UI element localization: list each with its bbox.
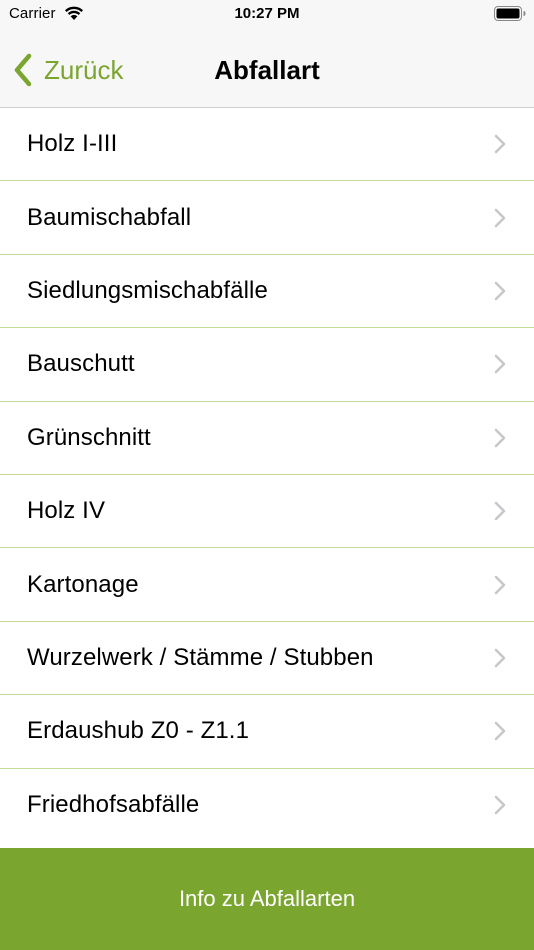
list-item-label: Holz IV	[27, 497, 106, 525]
status-time: 10:27 PM	[234, 5, 300, 22]
battery-icon	[494, 6, 526, 21]
list-item-holz-i-iii[interactable]: Holz I-III	[0, 108, 534, 182]
chevron-right-icon	[494, 648, 506, 668]
list-item-siedlungsmischabfaelle[interactable]: Siedlungsmischabfälle	[0, 255, 534, 329]
list-item-kartonage[interactable]: Kartonage	[0, 548, 534, 622]
list-item-holz-iv[interactable]: Holz IV	[0, 475, 534, 549]
list-item-baumischabfall[interactable]: Baumischabfall	[0, 181, 534, 255]
chevron-right-icon	[494, 355, 506, 374]
list-item-bauschutt[interactable]: Bauschutt	[0, 328, 534, 402]
list-item-gruenschnitt[interactable]: Grünschnitt	[0, 402, 534, 475]
info-waste-types-button[interactable]: Info zu Abfallarten	[0, 848, 534, 950]
status-bar: Carrier 10:27 PM	[0, 0, 534, 28]
list-item-label: Kartonage	[27, 570, 139, 598]
list-item-erdaushub[interactable]: Erdaushub Z0 - Z1.1	[0, 695, 534, 769]
chevron-right-icon	[494, 722, 506, 741]
chevron-right-icon	[494, 208, 506, 227]
list-item-label: Erdaushub Z0 - Z1.1	[27, 717, 250, 745]
list-item-label: Grünschnitt	[27, 423, 151, 451]
list-item-wurzelwerk[interactable]: Wurzelwerk / Stämme / Stubben	[0, 622, 534, 696]
waste-type-list: Holz I-III Baumischabfall Siedlungsmisch…	[0, 108, 534, 842]
list-item-label: Siedlungsmischabfälle	[27, 276, 268, 304]
list-item-label: Baumischabfall	[27, 203, 192, 231]
chevron-right-icon	[494, 575, 506, 594]
list-item-label: Wurzelwerk / Stämme / Stubben	[27, 643, 374, 671]
list-item-friedhofsabfaelle[interactable]: Friedhofsabfälle	[0, 769, 534, 842]
navigation-bar: Zurück Abfallart	[0, 28, 534, 108]
page-title: Abfallart	[214, 55, 320, 85]
info-button-label: Info zu Abfallarten	[178, 886, 356, 911]
chevron-right-icon	[494, 428, 506, 448]
chevron-right-icon	[494, 134, 506, 154]
chevron-right-icon	[494, 281, 506, 301]
list-item-label: Holz I-III	[27, 130, 118, 158]
chevron-right-icon	[494, 795, 506, 815]
list-item-label: Friedhofsabfälle	[27, 791, 200, 819]
chevron-right-icon	[494, 501, 506, 521]
list-item-label: Bauschutt	[27, 350, 135, 378]
